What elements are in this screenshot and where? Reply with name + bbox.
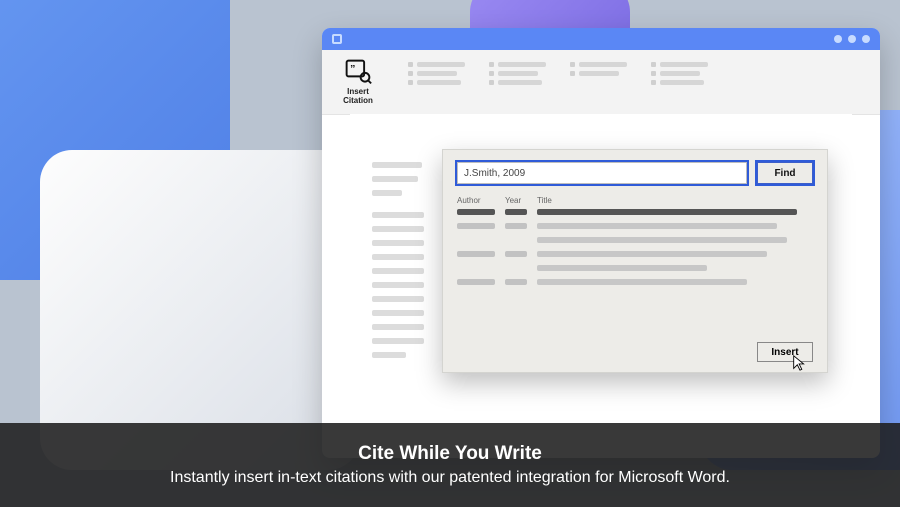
result-row[interactable] (457, 209, 813, 215)
result-row[interactable] (457, 251, 813, 257)
col-title: Title (537, 196, 552, 205)
caption-subtitle: Instantly insert in-text citations with … (170, 469, 730, 487)
ribbon: ” Insert Citation (322, 50, 880, 115)
insert-citation-button[interactable]: ” Insert Citation (332, 58, 384, 106)
window-dot[interactable] (862, 35, 870, 43)
ribbon-group (408, 58, 465, 85)
col-year: Year (505, 196, 527, 205)
ribbon-group (570, 58, 627, 76)
ribbon-group (651, 58, 708, 85)
ribbon-group (489, 58, 546, 85)
app-window: ” Insert Citation (322, 28, 880, 458)
promo-frame: ” Insert Citation (0, 0, 900, 507)
results-list (443, 207, 827, 293)
citation-search-icon: ” (344, 58, 372, 86)
document-page: 1. 2. J.Smith, 2009 Find Author Year Tit… (350, 114, 852, 448)
caption-overlay: Cite While You Write Instantly insert in… (0, 423, 900, 507)
titlebar (322, 28, 880, 50)
citation-search-panel: J.Smith, 2009 Find Author Year Title (442, 149, 828, 373)
cursor-icon (791, 354, 809, 372)
window-dot[interactable] (848, 35, 856, 43)
svg-text:”: ” (350, 63, 355, 75)
result-row[interactable] (457, 265, 813, 271)
result-row[interactable] (457, 279, 813, 285)
col-author: Author (457, 196, 495, 205)
insert-citation-label: Insert Citation (343, 88, 373, 106)
result-row[interactable] (457, 223, 813, 229)
bg-shape (40, 150, 360, 470)
result-row[interactable] (457, 237, 813, 243)
document-body (372, 162, 424, 366)
caption-title: Cite While You Write (358, 443, 542, 465)
window-menu-icon[interactable] (332, 34, 342, 44)
find-button[interactable]: Find (757, 162, 813, 184)
results-header: Author Year Title (443, 192, 827, 207)
window-dot[interactable] (834, 35, 842, 43)
citation-search-input[interactable]: J.Smith, 2009 (457, 162, 747, 184)
